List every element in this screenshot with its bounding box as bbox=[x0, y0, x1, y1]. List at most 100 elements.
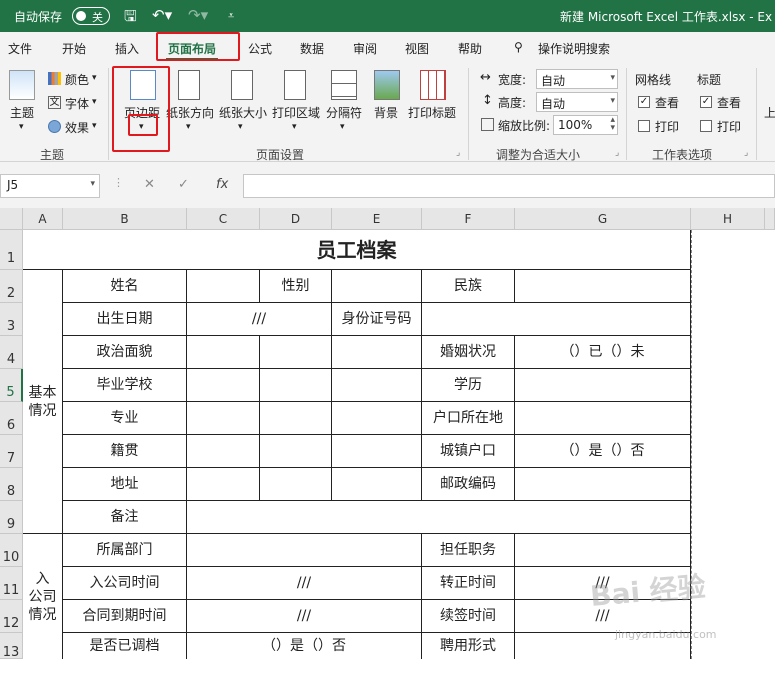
table-cell[interactable] bbox=[332, 336, 422, 369]
fonts-dropdown-icon[interactable]: ▾ bbox=[92, 97, 97, 107]
effects-dropdown-icon[interactable]: ▾ bbox=[92, 121, 97, 131]
tab-insert[interactable]: 插入 bbox=[115, 40, 139, 57]
name-box-dropdown-icon[interactable]: ▾ bbox=[90, 179, 95, 189]
enter-icon[interactable]: ✓ bbox=[178, 177, 189, 192]
address-value-cell[interactable] bbox=[187, 468, 260, 501]
customize-icon[interactable]: ⩡ bbox=[228, 9, 234, 23]
row-header-12[interactable]: 12 bbox=[0, 600, 23, 633]
orientation-dropdown-icon[interactable]: ▾ bbox=[186, 122, 191, 132]
column-header-f[interactable]: F bbox=[422, 208, 515, 230]
remarks-label-cell[interactable]: 备注 bbox=[63, 501, 187, 534]
postcode-label-cell[interactable]: 邮政编码 bbox=[422, 468, 515, 501]
join-info-section-cell[interactable]: 入 公司 情况 bbox=[23, 534, 63, 659]
orientation-button[interactable]: 纸张方向 bbox=[166, 104, 214, 121]
tab-review[interactable]: 审阅 bbox=[353, 40, 377, 57]
background-button[interactable]: 背景 bbox=[374, 104, 398, 121]
name-box[interactable]: J5 ▾ bbox=[0, 174, 100, 198]
size-dropdown-icon[interactable]: ▾ bbox=[238, 122, 243, 132]
join-date-label-cell[interactable]: 入公司时间 bbox=[63, 567, 187, 600]
birth-label-cell[interactable]: 出生日期 bbox=[63, 303, 187, 336]
postcode-value-cell[interactable] bbox=[515, 468, 691, 501]
headings-print-checkbox[interactable] bbox=[700, 120, 712, 132]
row-header-13[interactable]: 13 bbox=[0, 633, 23, 660]
row-header-10[interactable]: 10 bbox=[0, 534, 23, 567]
id-number-label-cell[interactable]: 身份证号码 bbox=[332, 303, 422, 336]
position-label-cell[interactable]: 担任职务 bbox=[422, 534, 515, 567]
print-area-dropdown-icon[interactable]: ▾ bbox=[292, 122, 297, 132]
row-header-6[interactable]: 6 bbox=[0, 402, 23, 435]
colors-icon[interactable] bbox=[48, 72, 61, 85]
fonts-icon[interactable]: 文 bbox=[48, 96, 61, 109]
table-cell[interactable] bbox=[332, 402, 422, 435]
ethnicity-value-cell[interactable] bbox=[515, 270, 691, 303]
gender-label-cell[interactable]: 性别 bbox=[260, 270, 332, 303]
filed-label-cell[interactable]: 是否已调档 bbox=[63, 633, 187, 659]
native-place-value-cell[interactable] bbox=[187, 435, 260, 468]
height-dropdown-icon[interactable]: ▾ bbox=[610, 96, 615, 106]
column-header-i[interactable] bbox=[765, 208, 775, 230]
column-header-e[interactable]: E bbox=[332, 208, 422, 230]
undo-icon[interactable]: ↶▾ bbox=[152, 6, 172, 24]
breaks-icon[interactable] bbox=[331, 70, 357, 100]
table-cell[interactable] bbox=[260, 435, 332, 468]
urban-hukou-label-cell[interactable]: 城镇户口 bbox=[422, 435, 515, 468]
formula-input[interactable] bbox=[243, 174, 775, 198]
table-cell[interactable] bbox=[332, 468, 422, 501]
effects-icon[interactable] bbox=[48, 120, 61, 133]
major-value-cell[interactable] bbox=[187, 402, 260, 435]
row-header-8[interactable]: 8 bbox=[0, 468, 23, 501]
contract-end-value-cell[interactable]: /// bbox=[187, 600, 422, 633]
tab-formulas[interactable]: 公式 bbox=[248, 40, 272, 57]
select-all-corner[interactable] bbox=[0, 208, 23, 230]
size-button[interactable]: 纸张大小 bbox=[219, 104, 267, 121]
column-header-a[interactable]: A bbox=[23, 208, 63, 230]
row-header-11[interactable]: 11 bbox=[0, 567, 23, 600]
tab-help[interactable]: 帮助 bbox=[458, 40, 482, 57]
breaks-button[interactable]: 分隔符 bbox=[326, 104, 362, 121]
table-cell[interactable] bbox=[260, 369, 332, 402]
print-titles-icon[interactable] bbox=[420, 70, 446, 100]
department-label-cell[interactable]: 所属部门 bbox=[63, 534, 187, 567]
print-titles-button[interactable]: 打印标题 bbox=[408, 104, 456, 121]
column-header-h[interactable]: H bbox=[691, 208, 765, 230]
gender-value-cell[interactable] bbox=[332, 270, 422, 303]
political-label-cell[interactable]: 政治面貌 bbox=[63, 336, 187, 369]
table-cell[interactable] bbox=[332, 435, 422, 468]
save-icon[interactable]: 🖫 bbox=[124, 6, 137, 31]
name-value-cell[interactable] bbox=[187, 270, 260, 303]
scale-launcher-icon[interactable]: ⌟ bbox=[615, 148, 619, 158]
insert-function-icon[interactable]: fx bbox=[216, 177, 228, 192]
remarks-value-cell[interactable] bbox=[187, 501, 691, 534]
row-header-1[interactable]: 1 bbox=[0, 230, 23, 270]
basic-info-section-cell[interactable]: 基本 情况 bbox=[23, 270, 63, 534]
gridlines-view-checkbox[interactable]: ✓ bbox=[638, 96, 650, 108]
row-header-7[interactable]: 7 bbox=[0, 435, 23, 468]
tab-data[interactable]: 数据 bbox=[300, 40, 324, 57]
row-header-9[interactable]: 9 bbox=[0, 501, 23, 534]
contract-end-label-cell[interactable]: 合同到期时间 bbox=[63, 600, 187, 633]
education-label-cell[interactable]: 学历 bbox=[422, 369, 515, 402]
row-header-2[interactable]: 2 bbox=[0, 270, 23, 303]
breaks-dropdown-icon[interactable]: ▾ bbox=[340, 122, 345, 132]
row-header-5[interactable]: 5 bbox=[0, 369, 23, 402]
urban-hukou-value-cell[interactable]: （）是（）否 bbox=[515, 435, 691, 468]
autosave-toggle[interactable]: 关 bbox=[72, 7, 110, 25]
education-value-cell[interactable] bbox=[515, 369, 691, 402]
school-label-cell[interactable]: 毕业学校 bbox=[63, 369, 187, 402]
tab-file[interactable]: 文件 bbox=[8, 40, 32, 57]
background-icon[interactable] bbox=[374, 70, 400, 100]
scale-spin-icon[interactable]: ▴ ▾ bbox=[610, 116, 615, 133]
join-date-value-cell[interactable]: /// bbox=[187, 567, 422, 600]
themes-dropdown-icon[interactable]: ▾ bbox=[19, 122, 24, 132]
width-dropdown-icon[interactable]: ▾ bbox=[610, 73, 615, 83]
row-header-4[interactable]: 4 bbox=[0, 336, 23, 369]
print-area-button[interactable]: 打印区域 bbox=[272, 104, 320, 121]
marital-label-cell[interactable]: 婚姻状况 bbox=[422, 336, 515, 369]
orientation-icon[interactable] bbox=[178, 70, 200, 100]
table-cell[interactable] bbox=[260, 468, 332, 501]
redo-icon[interactable]: ↷▾ bbox=[188, 6, 208, 24]
fonts-button[interactable]: 字体 bbox=[65, 95, 89, 112]
political-value-cell[interactable] bbox=[187, 336, 260, 369]
height-combo[interactable]: 自动 ▾ bbox=[536, 92, 618, 112]
department-value-cell[interactable] bbox=[187, 534, 422, 567]
